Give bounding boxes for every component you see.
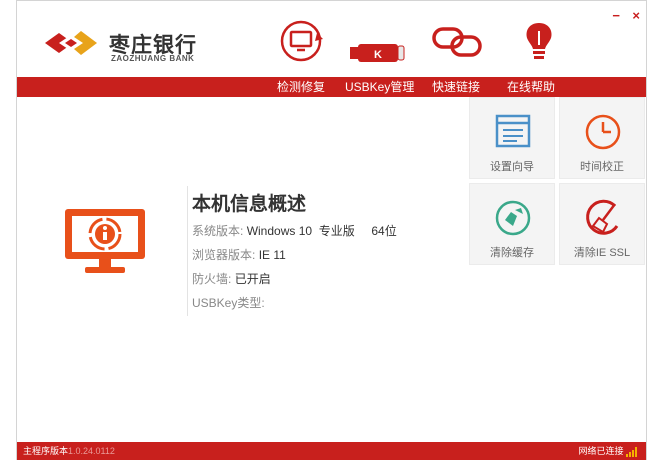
system-version-row: 系统版本: Windows 10 专业版 64位 <box>192 222 397 239</box>
tile-clear-ie-ssl[interactable]: 清除IE SSL <box>559 183 645 265</box>
info-divider <box>187 186 188 316</box>
usbkey-type-label: USBKey类型: <box>192 296 265 310</box>
clock-icon <box>585 114 621 150</box>
bank-logo: 枣庄银行 ZAOZHUANG BANK <box>45 23 245 67</box>
broom-icon <box>586 199 619 235</box>
menu-item-usbkey-manage[interactable]: USBKey管理 <box>345 77 414 97</box>
menu-item-detect-repair[interactable]: 检测修复 <box>277 77 325 97</box>
tile-time-correct-label: 时间校正 <box>580 161 624 173</box>
browser-version-value: IE 11 <box>258 248 286 262</box>
version-number: 1.0.24.0112 <box>68 446 115 456</box>
close-button[interactable]: × <box>632 8 640 23</box>
status-bar: 主程序版本1.0.24.0112 网络已连接 <box>17 442 646 460</box>
system-version-value: Windows 10 专业版 64位 <box>246 224 397 238</box>
lightbulb-icon[interactable] <box>521 19 557 63</box>
tile-clear-ie-ssl-label: 清除IE SSL <box>573 247 631 259</box>
network-status: 网络已连接 <box>578 442 638 460</box>
minimize-button[interactable]: − <box>612 8 620 23</box>
info-monitor-icon <box>65 209 145 273</box>
header: 枣庄银行 ZAOZHUANG BANK − × K <box>17 1 646 77</box>
tile-clear-cache-label: 清除缓存 <box>490 247 534 259</box>
firewall-value: 已开启 <box>234 272 271 286</box>
tile-setup-wizard[interactable]: 设置向导 <box>469 97 555 179</box>
signal-icon <box>626 446 637 457</box>
version-info: 主程序版本1.0.24.0112 <box>23 442 115 460</box>
browser-version-label: 浏览器版本: <box>192 248 256 262</box>
tile-clear-cache[interactable]: 清除缓存 <box>469 183 555 265</box>
firewall-label: 防火墙: <box>192 272 232 286</box>
tile-setup-wizard-label: 设置向导 <box>490 161 534 173</box>
info-title: 本机信息概述 <box>192 194 307 215</box>
usbkey-type-row: USBKey类型: <box>192 294 265 311</box>
tile-time-correct[interactable]: 时间校正 <box>559 97 645 179</box>
menu-bar: 检测修复 USBKey管理 快速链接 在线帮助 <box>17 77 646 97</box>
window-controls: − × <box>604 7 640 25</box>
clear-cache-icon <box>495 200 531 236</box>
version-label: 主程序版本 <box>23 446 69 456</box>
usb-key-letter: K <box>374 49 382 61</box>
bank-logo-icon <box>45 31 97 55</box>
firewall-row: 防火墙: 已开启 <box>192 270 271 287</box>
browser-version-row: 浏览器版本: IE 11 <box>192 246 286 263</box>
setup-wizard-icon <box>495 114 531 148</box>
bank-name-en: ZAOZHUANG BANK <box>111 54 195 63</box>
link-icon[interactable] <box>431 19 483 63</box>
usb-key-icon[interactable]: K <box>350 31 406 75</box>
menu-item-quick-links[interactable]: 快速链接 <box>432 77 480 97</box>
monitor-refresh-icon[interactable] <box>277 19 325 63</box>
tool-tiles: 设置向导 时间校正 清除缓存 清除IE SSL <box>469 97 647 267</box>
system-version-label: 系统版本: <box>192 224 244 238</box>
app-window: 枣庄银行 ZAOZHUANG BANK − × K 检测修复 USBKey管理 … <box>16 0 647 460</box>
menu-item-online-help[interactable]: 在线帮助 <box>507 77 555 97</box>
network-status-text: 网络已连接 <box>578 446 624 456</box>
